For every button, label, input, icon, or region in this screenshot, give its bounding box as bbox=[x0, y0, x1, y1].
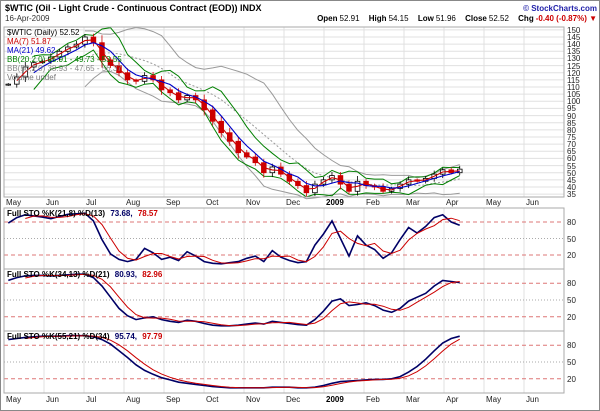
close-value: 52.52 bbox=[489, 14, 509, 23]
sto-panel-3-k-value: 95.74, bbox=[115, 332, 137, 341]
month-label: Oct bbox=[206, 198, 218, 207]
legend-row: BB(50,2.0) 38.93 - 47.65 - 56.37 bbox=[7, 64, 122, 73]
chg-label: Chg bbox=[518, 14, 534, 23]
legend-row: MA(21) 49.62 bbox=[7, 46, 122, 55]
month-label: Nov bbox=[246, 395, 260, 404]
low-label: Low bbox=[418, 14, 434, 23]
month-label: Dec bbox=[286, 395, 300, 404]
month-label: Jun bbox=[46, 395, 59, 404]
header-row-2: 16-Apr-2009 Open52.91 High54.15 Low51.96… bbox=[5, 14, 597, 23]
month-label: Apr bbox=[446, 198, 458, 207]
month-label: Jul bbox=[86, 198, 96, 207]
stockcharts-brand: © StockCharts.com bbox=[523, 4, 597, 13]
sto-panel-3-d-value: 97.79 bbox=[142, 332, 162, 341]
sto-panel-2-title: Full STO %K(34,13) %D(21) 80.93, 82.96 bbox=[7, 270, 165, 279]
sto-axis-tick-label: 20 bbox=[567, 313, 576, 322]
month-label: Jun bbox=[526, 198, 539, 207]
sto-axis-tick-label: 50 bbox=[567, 358, 576, 367]
month-label: Nov bbox=[246, 198, 260, 207]
month-label: Jul bbox=[86, 395, 96, 404]
close-label: Close bbox=[465, 14, 487, 23]
price-legend: $WTIC (Daily) 52.52MA(7) 51.87MA(21) 49.… bbox=[7, 28, 122, 82]
month-label: 2009 bbox=[326, 395, 344, 404]
sto-axis-tick-label: 80 bbox=[567, 218, 576, 227]
sto-panel-2-k-value: 80.93, bbox=[115, 270, 137, 279]
chart-date: 16-Apr-2009 bbox=[5, 14, 49, 23]
legend-row: $WTIC (Daily) 52.52 bbox=[7, 28, 122, 37]
month-label: Aug bbox=[126, 395, 140, 404]
high-value: 54.15 bbox=[389, 14, 409, 23]
legend-row: Volume undef bbox=[7, 73, 122, 82]
month-label: May bbox=[6, 198, 21, 207]
month-label: Dec bbox=[286, 198, 300, 207]
month-label: Apr bbox=[446, 395, 458, 404]
month-label: Aug bbox=[126, 198, 140, 207]
month-label: May bbox=[486, 395, 501, 404]
sto-axis-tick-label: 20 bbox=[567, 251, 576, 260]
month-label: Oct bbox=[206, 395, 218, 404]
stockcharts-chart: $WTIC (Oil - Light Crude - Continuous Co… bbox=[0, 0, 600, 411]
legend-row: BB(20,2.0) 45.91 - 49.73 - 53.55 bbox=[7, 55, 122, 64]
month-label: May bbox=[486, 198, 501, 207]
high-label: High bbox=[369, 14, 387, 23]
open-label: Open bbox=[317, 14, 337, 23]
quote-line: Open52.91 High54.15 Low51.96 Close52.52 … bbox=[310, 14, 597, 23]
sto-axis-tick-label: 80 bbox=[567, 279, 576, 288]
month-label: Feb bbox=[366, 395, 380, 404]
symbol-title: $WTIC (Oil - Light Crude - Continuous Co… bbox=[5, 3, 261, 13]
sto-panel-2-d-value: 82.96 bbox=[142, 270, 162, 279]
sto-panel-2-title-text: Full STO %K(34,13) %D(21) bbox=[7, 270, 110, 279]
open-value: 52.91 bbox=[340, 14, 360, 23]
sto-panel-1-d-value: 78.57 bbox=[138, 209, 158, 218]
sto-panel-1-k-value: 73.68, bbox=[110, 209, 132, 218]
low-value: 51.96 bbox=[436, 14, 456, 23]
sto-axis-tick-label: 20 bbox=[567, 375, 576, 384]
price-axis-tick-label: 35 bbox=[567, 190, 576, 199]
chg-value: -0.40 (-0.87%) ▼ bbox=[536, 14, 597, 23]
month-label: Sep bbox=[166, 198, 180, 207]
month-label: Feb bbox=[366, 198, 380, 207]
sto-panel-3-title: Full STO %K(55,21) %D(34) 95.74, 97.79 bbox=[7, 332, 165, 341]
month-label: Jun bbox=[526, 395, 539, 404]
sto-axis-tick-label: 50 bbox=[567, 296, 576, 305]
sto-axis-tick-label: 80 bbox=[567, 341, 576, 350]
month-label: 2009 bbox=[326, 198, 344, 207]
month-label: Mar bbox=[406, 395, 420, 404]
sto-panel-1-title-text: Full STO %K(21,8) %D(13) bbox=[7, 209, 105, 218]
month-label: Jun bbox=[46, 198, 59, 207]
month-label: Mar bbox=[406, 198, 420, 207]
sto-panel-1-title: Full STO %K(21,8) %D(13) 73.68, 78.57 bbox=[7, 209, 161, 218]
sto-panel-3-title-text: Full STO %K(55,21) %D(34) bbox=[7, 332, 110, 341]
header-row-1: $WTIC (Oil - Light Crude - Continuous Co… bbox=[5, 3, 597, 13]
month-label: May bbox=[6, 395, 21, 404]
legend-row: MA(7) 51.87 bbox=[7, 37, 122, 46]
sto-axis-tick-label: 50 bbox=[567, 235, 576, 244]
month-label: Sep bbox=[166, 395, 180, 404]
